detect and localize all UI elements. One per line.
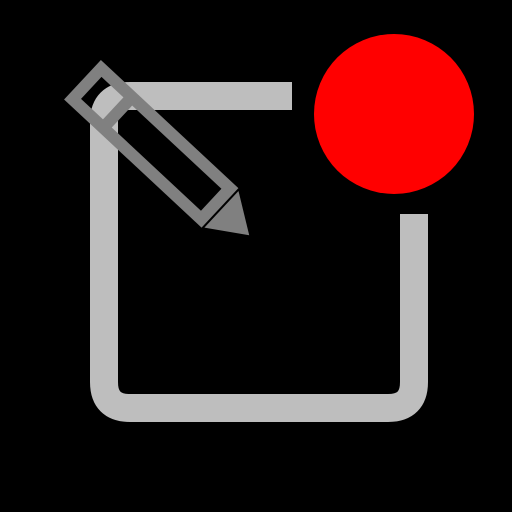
icon-canvas bbox=[0, 0, 512, 512]
edit-with-notification-icon bbox=[64, 34, 474, 422]
notification-badge-icon bbox=[314, 34, 474, 194]
